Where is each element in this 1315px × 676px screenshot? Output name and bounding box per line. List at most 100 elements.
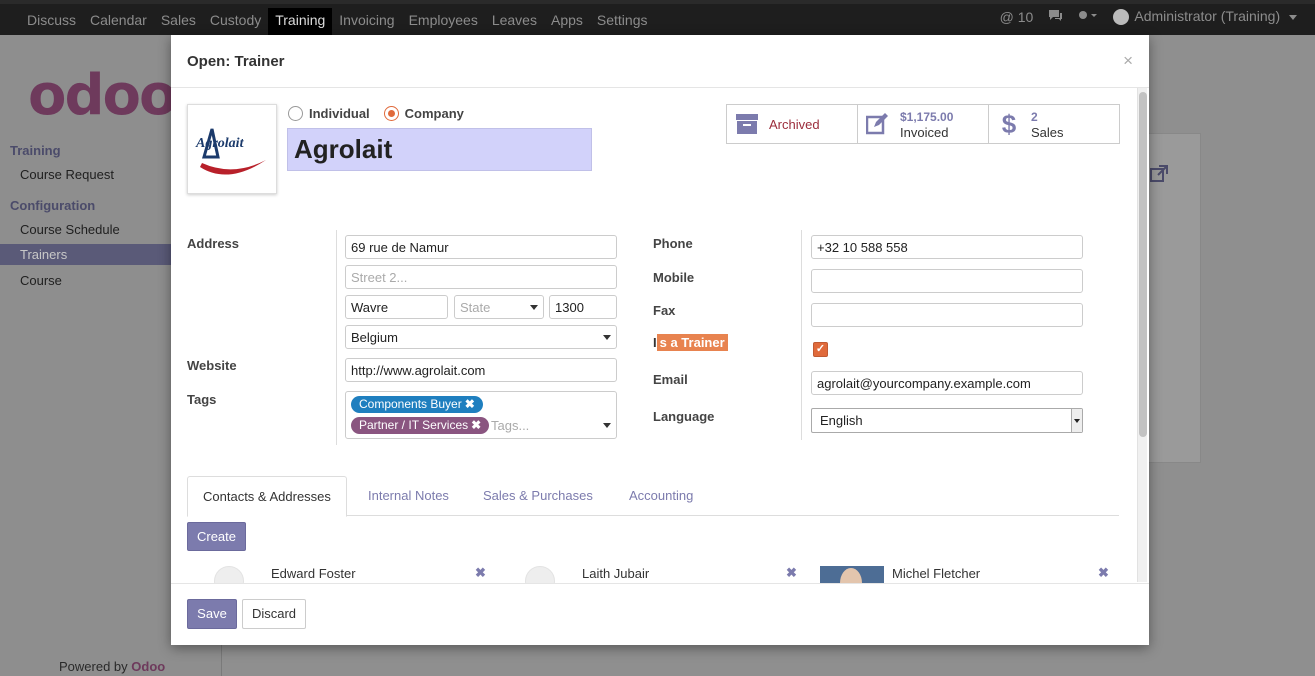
zip-input[interactable]: 1300: [549, 295, 617, 319]
tag-components-buyer[interactable]: Components Buyer ✖: [351, 396, 483, 413]
odoo-logo: odoo: [28, 63, 178, 128]
create-contact-button[interactable]: Create: [187, 522, 246, 551]
tag-partner-it-services[interactable]: Partner / IT Services ✖: [351, 417, 490, 434]
chevron-down-icon: [1071, 409, 1082, 432]
discard-button[interactable]: Discard: [242, 599, 306, 629]
menu-employees[interactable]: Employees: [402, 8, 485, 35]
sidebar-item-label: Trainers: [20, 247, 68, 262]
tab-internal-notes[interactable]: Internal Notes: [353, 476, 464, 517]
scrollbar[interactable]: [1137, 88, 1147, 582]
language-select[interactable]: English: [811, 408, 1083, 433]
menu-training[interactable]: Training: [268, 8, 333, 35]
contact-name: Edward Foster: [271, 566, 356, 581]
save-button[interactable]: Save: [187, 599, 237, 629]
address-label: Address: [187, 236, 240, 251]
language-label: Language: [653, 409, 715, 424]
avatar: [820, 566, 884, 583]
tags-input[interactable]: Components Buyer ✖ Partner / IT Services ✖…: [345, 391, 617, 439]
mentions-counter[interactable]: @ 10: [1000, 9, 1034, 25]
website-input[interactable]: http://www.agrolait.com: [345, 358, 617, 382]
chevron-down-icon: [603, 335, 611, 340]
country-select[interactable]: Belgium: [345, 325, 617, 349]
mobile-label: Mobile: [653, 270, 695, 285]
phone-input[interactable]: +32 10 588 558: [811, 235, 1083, 259]
trainer-dialog: Open: Trainer × Agrolait Individual Comp…: [171, 35, 1149, 645]
close-icon[interactable]: ✖: [1098, 565, 1109, 581]
sales-button[interactable]: $ 2 Sales: [989, 105, 1119, 143]
top-navbar: Discuss Calendar Sales Custody Training …: [0, 0, 1315, 35]
chat-icon[interactable]: [1047, 8, 1063, 25]
invoiced-label: Invoiced: [900, 124, 949, 140]
fax-label: Fax: [653, 303, 676, 318]
external-link-icon: [1150, 165, 1168, 188]
archive-icon: [735, 112, 759, 136]
fax-input[interactable]: [811, 303, 1083, 327]
tag-label: Components Buyer: [359, 397, 462, 411]
sidebar-item-course-schedule[interactable]: Course Schedule: [20, 222, 120, 237]
email-input[interactable]: agrolait@yourcompany.example.com: [811, 371, 1083, 395]
radio-individual[interactable]: Individual: [288, 106, 370, 121]
tab-sales-purchases[interactable]: Sales & Purchases: [468, 476, 608, 517]
archived-button[interactable]: Archived: [727, 105, 858, 143]
powered-by-brand[interactable]: Odoo: [131, 659, 165, 674]
close-icon[interactable]: ✖: [475, 565, 486, 581]
menu-calendar[interactable]: Calendar: [83, 8, 154, 35]
avatar: [525, 566, 555, 583]
powered-by: Powered by Odoo: [59, 659, 165, 674]
powered-by-text: Powered by: [59, 659, 132, 674]
radio-company-label: Company: [404, 106, 464, 121]
company-type-radios: Individual Company: [288, 106, 464, 121]
tab-accounting[interactable]: Accounting: [614, 476, 708, 517]
invoiced-button[interactable]: $1,175.00 Invoiced: [858, 105, 989, 143]
sales-count: 2: [1031, 109, 1038, 124]
archived-label: Archived: [769, 116, 820, 132]
menu-apps[interactable]: Apps: [544, 8, 590, 35]
street2-input[interactable]: Street 2...: [345, 265, 617, 289]
user-menu[interactable]: Administrator (Training): [1113, 8, 1297, 26]
menu-sales[interactable]: Sales: [154, 8, 203, 35]
menu-discuss[interactable]: Discuss: [20, 8, 83, 35]
radio-company-button[interactable]: [383, 106, 399, 121]
dialog-title: Open: Trainer: [187, 53, 285, 70]
scrollbar-thumb[interactable]: [1139, 92, 1147, 437]
close-icon[interactable]: ✖: [465, 397, 475, 411]
sidebar-item-course-request[interactable]: Course Request: [20, 167, 114, 182]
website-label: Website: [187, 358, 237, 373]
contact-name: Michel Fletcher: [892, 566, 981, 581]
divider: [336, 230, 337, 445]
sales-label: Sales: [1031, 124, 1064, 140]
state-select[interactable]: State: [454, 295, 544, 319]
menu-invoicing[interactable]: Invoicing: [332, 8, 401, 35]
smart-buttons: Archived $1,175.00 Invoiced $ 2 Sales: [726, 104, 1120, 144]
country-value: Belgium: [351, 330, 398, 345]
radio-individual-button[interactable]: [288, 106, 303, 121]
city-input[interactable]: Wavre: [345, 295, 448, 319]
menu-leaves[interactable]: Leaves: [485, 8, 544, 35]
avatar: [214, 566, 244, 583]
sidebar-item-course[interactable]: Course: [20, 273, 62, 288]
dialog-footer: Save Discard: [171, 583, 1149, 645]
partner-name-input[interactable]: Agrolait: [287, 128, 592, 171]
edit-invoice-icon: [866, 112, 890, 136]
close-icon[interactable]: ✖: [786, 565, 797, 581]
close-icon[interactable]: ✖: [471, 418, 481, 432]
state-placeholder: State: [460, 300, 491, 315]
sidebar-section-training: Training: [10, 143, 61, 158]
tab-contacts-addresses[interactable]: Contacts & Addresses: [187, 476, 347, 517]
mobile-input[interactable]: [811, 269, 1083, 293]
is-trainer-checkbox[interactable]: ✓: [813, 342, 828, 357]
street-input[interactable]: 69 rue de Namur: [345, 235, 617, 259]
company-logo[interactable]: Agrolait: [187, 104, 277, 194]
topbar-right: @ 10 Administrator (Training): [1000, 8, 1297, 26]
radio-company[interactable]: Company: [383, 106, 464, 121]
close-icon[interactable]: ×: [1123, 51, 1133, 71]
radio-individual-label: Individual: [309, 106, 370, 121]
contact-name: Laith Jubair: [582, 566, 650, 581]
menu-custody[interactable]: Custody: [203, 8, 268, 35]
notebook-tabs: Contacts & Addresses Internal Notes Sale…: [187, 476, 1119, 517]
menu-settings[interactable]: Settings: [590, 8, 655, 35]
debug-bug-icon[interactable]: [1077, 8, 1099, 25]
is-trainer-label-rest: s a Trainer: [656, 334, 728, 351]
user-name: Administrator (Training): [1134, 8, 1281, 24]
avatar: [1113, 9, 1130, 26]
